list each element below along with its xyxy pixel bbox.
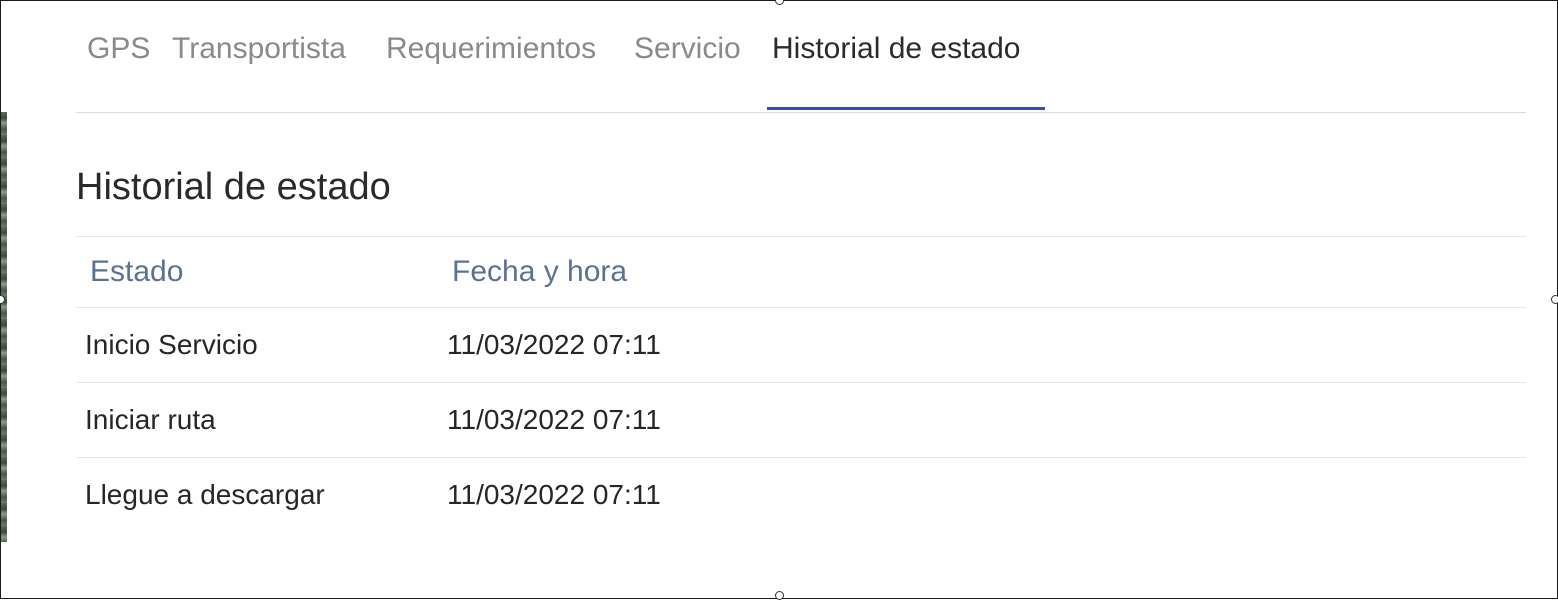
tab-transportista[interactable]: Transportista (172, 30, 346, 68)
section-title: Historial de estado (76, 166, 391, 208)
tab-gps[interactable]: GPS (87, 30, 150, 68)
fecha-cell: 11/03/2022 07:11 (447, 404, 661, 435)
table-row: Inicio Servicio 11/03/2022 07:11 (76, 308, 1526, 383)
tab-historial-de-estado[interactable]: Historial de estado (772, 30, 1020, 68)
tab-servicio[interactable]: Servicio (634, 30, 741, 68)
tab-requerimientos[interactable]: Requerimientos (386, 30, 596, 68)
estado-cell: Iniciar ruta (85, 404, 216, 435)
fecha-cell: 11/03/2022 07:11 (447, 479, 661, 510)
tab-bar: GPS Transportista Requerimientos Servici… (76, 0, 1526, 113)
estado-cell: Llegue a descargar (85, 479, 325, 510)
table-row: Iniciar ruta 11/03/2022 07:11 (76, 383, 1526, 458)
fecha-cell: 11/03/2022 07:11 (447, 329, 661, 360)
estado-cell: Inicio Servicio (85, 329, 258, 360)
status-history-table: Estado Fecha y hora Inicio Servicio 11/0… (76, 236, 1526, 532)
column-header-fecha-y-hora[interactable]: Fecha y hora (452, 237, 627, 307)
table-row: Llegue a descargar 11/03/2022 07:11 (76, 458, 1526, 532)
background-strip (0, 112, 7, 542)
column-header-estado[interactable]: Estado (90, 237, 183, 307)
resize-handle-right[interactable] (1551, 295, 1558, 304)
active-tab-indicator (767, 107, 1045, 110)
table-header-row: Estado Fecha y hora (76, 237, 1526, 308)
